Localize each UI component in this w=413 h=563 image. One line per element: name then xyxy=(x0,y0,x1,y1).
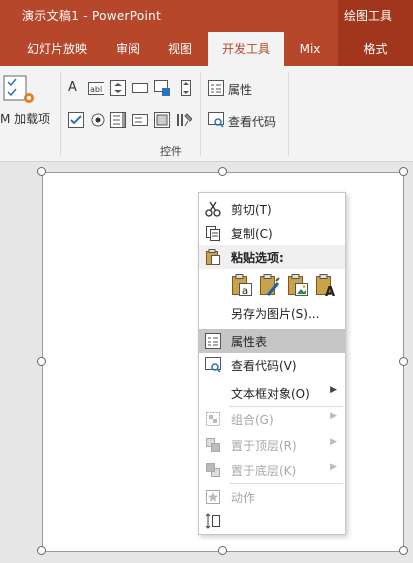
resize-handle[interactable] xyxy=(37,357,46,366)
controls-group-label: 控件 xyxy=(160,145,182,158)
window-title: 演示文稿1 - PowerPoint xyxy=(22,9,162,23)
scissors-icon xyxy=(205,201,221,217)
submenu-arrow-icon: ▶ xyxy=(330,437,337,447)
resize-handle[interactable] xyxy=(218,546,227,555)
tab-mix[interactable]: Mix xyxy=(286,32,334,66)
tab-developer[interactable]: 开发工具 xyxy=(208,32,284,66)
option-control-icon[interactable] xyxy=(90,112,106,128)
checkbox-control-icon[interactable] xyxy=(68,112,84,128)
group-icon xyxy=(206,412,220,426)
svg-text:A: A xyxy=(325,285,335,297)
paste-format-button[interactable] xyxy=(259,273,281,297)
textbox-control-icon[interactable]: abl xyxy=(88,80,104,96)
menu-item-textbox-object[interactable]: 文本框对象(O) ▶ xyxy=(199,381,345,405)
resize-handle[interactable] xyxy=(37,546,46,555)
menu-item-obscured[interactable] xyxy=(199,509,345,533)
menu-item-copy[interactable]: 复制(C) xyxy=(199,221,345,245)
paste-text-only-icon: A xyxy=(316,274,335,300)
resize-handle[interactable] xyxy=(218,167,227,176)
menu-item-action: 动作 xyxy=(199,485,345,509)
view-code-button[interactable]: 查看代码 xyxy=(206,110,282,132)
bring-front-icon xyxy=(206,438,220,452)
menu-item-bring-to-front: 置于顶层(R) ▶ xyxy=(199,433,345,457)
ribbon-separator xyxy=(200,72,201,156)
menu-item-save-as-picture[interactable]: 另存为图片(S)... xyxy=(199,301,345,325)
ribbon-tab-bar: 幻灯片放映 审阅 视图 开发工具 Mix 格式 xyxy=(0,32,413,66)
listbox-control-icon[interactable] xyxy=(110,112,126,128)
menu-item-label: 粘贴选项: xyxy=(231,251,284,265)
resize-handle[interactable] xyxy=(37,167,46,176)
ribbon: M 加载项 A abl 属性 查看代码 控件 xyxy=(0,66,413,162)
property-sheet-icon xyxy=(205,333,221,349)
paste-picture-icon xyxy=(288,274,308,296)
action-icon xyxy=(206,490,220,504)
menu-item-label: 属性表 xyxy=(231,335,268,349)
menu-item-property-sheet[interactable]: 属性表 xyxy=(199,329,345,353)
menu-item-label: 组合(G) xyxy=(231,413,274,427)
view-code-label: 查看代码 xyxy=(228,115,277,129)
view-code-icon xyxy=(208,112,224,128)
menu-item-label: 剪切(T) xyxy=(231,203,272,217)
addins-button[interactable]: M 加载项 xyxy=(0,70,58,132)
ribbon-separator xyxy=(60,72,61,156)
menu-item-label: 文本框对象(O) xyxy=(231,387,310,401)
menu-item-group: 组合(G) ▶ xyxy=(199,407,345,431)
tab-slideshow[interactable]: 幻灯片放映 xyxy=(14,32,100,66)
paste-text-only-button[interactable]: A xyxy=(315,273,337,300)
properties-icon xyxy=(208,80,224,96)
textbox-control-text: abl xyxy=(90,85,102,94)
ribbon-separator xyxy=(288,72,289,156)
view-code-icon xyxy=(205,357,221,373)
menu-item-cut[interactable]: 剪切(T) xyxy=(199,197,345,221)
properties-button[interactable]: 属性 xyxy=(206,78,282,100)
tab-view[interactable]: 视图 xyxy=(156,32,204,66)
more-controls-icon[interactable] xyxy=(176,112,192,128)
resize-handle[interactable] xyxy=(399,546,408,555)
submenu-arrow-icon: ▶ xyxy=(330,411,337,421)
textbox-size-icon xyxy=(205,513,220,529)
paste-format-icon xyxy=(260,274,280,296)
paste-keep-text-button[interactable]: a xyxy=(231,273,253,297)
svg-text:a: a xyxy=(242,286,248,297)
addins-label: M 加载项 xyxy=(0,112,51,126)
menu-item-label: 置于底层(K) xyxy=(231,464,297,478)
menu-item-label: 复制(C) xyxy=(231,227,273,241)
spin-control-icon[interactable] xyxy=(110,80,126,96)
context-group-header: 绘图工具 xyxy=(338,0,413,32)
menu-item-view-code[interactable]: 查看代码(V) xyxy=(199,353,345,377)
combobox-control-icon[interactable] xyxy=(132,112,148,128)
image-control-icon[interactable] xyxy=(154,80,170,96)
context-group-label: 绘图工具 xyxy=(344,9,393,23)
resize-handle[interactable] xyxy=(399,357,408,366)
menu-item-label: 置于顶层(R) xyxy=(231,439,297,453)
title-bar: 演示文稿1 - PowerPoint 绘图工具 xyxy=(0,0,413,32)
paste-icon xyxy=(206,249,220,265)
submenu-arrow-icon: ▶ xyxy=(330,462,337,472)
context-menu: 剪切(T) 复制(C) 粘贴选项: a A 另存为图片(S)... 属性表 查看… xyxy=(198,192,346,535)
button-control-icon[interactable] xyxy=(132,80,148,96)
tab-format[interactable]: 格式 xyxy=(338,32,413,66)
resize-handle[interactable] xyxy=(399,167,408,176)
label-control-icon[interactable]: A xyxy=(68,80,84,96)
menu-item-label: 另存为图片(S)... xyxy=(231,307,320,321)
submenu-arrow-icon: ▶ xyxy=(330,385,337,395)
copy-icon xyxy=(206,226,220,241)
paste-picture-button[interactable] xyxy=(287,273,309,297)
addins-icon xyxy=(3,75,34,103)
menu-item-send-to-back: 置于底层(K) ▶ xyxy=(199,458,345,482)
menu-separator xyxy=(229,483,343,484)
tab-review[interactable]: 审阅 xyxy=(104,32,152,66)
menu-item-label: 动作 xyxy=(231,491,256,505)
scrollbar-control-icon[interactable] xyxy=(178,80,194,96)
send-back-icon xyxy=(206,463,220,477)
properties-label: 属性 xyxy=(228,83,253,97)
menu-paste-options-header: 粘贴选项: xyxy=(199,245,345,269)
paste-keep-text-icon: a xyxy=(232,274,252,297)
toggle-control-icon[interactable] xyxy=(154,112,170,128)
menu-item-label: 查看代码(V) xyxy=(231,359,297,373)
